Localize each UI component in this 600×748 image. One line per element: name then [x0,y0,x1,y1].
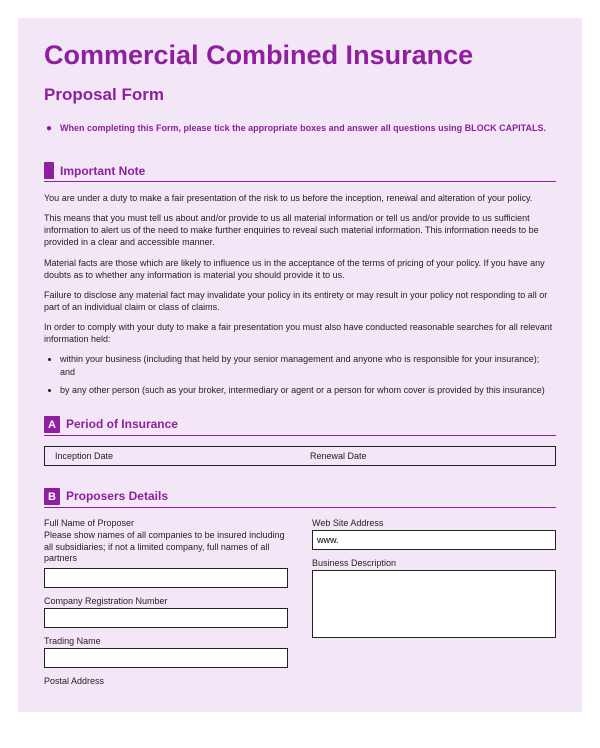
left-column: Full Name of Proposer Please show names … [44,518,288,694]
postal-label: Postal Address [44,676,288,686]
note-p5: In order to comply with your duty to mak… [44,321,556,345]
instruction-text: When completing this Form, please tick t… [60,123,546,133]
section-header-important: Important Note [44,162,556,182]
note-p3: Material facts are those which are likel… [44,257,556,281]
note-p1: You are under a duty to make a fair pres… [44,192,556,204]
fullname-input[interactable] [44,568,288,588]
page-subtitle: Proposal Form [44,85,556,105]
note-p4: Failure to disclose any material fact ma… [44,289,556,313]
note-bullet-1: within your business (including that hel… [60,353,556,377]
section-title-a: Period of Insurance [66,417,178,431]
company-reg-input[interactable] [44,608,288,628]
note-p2: This means that you must tell us about a… [44,212,556,248]
section-title-b: Proposers Details [66,489,168,503]
section-tab-a: A [44,416,60,433]
field-fullname: Full Name of Proposer Please show names … [44,518,288,588]
business-desc-input[interactable] [312,570,556,638]
section-tab-b: B [44,488,60,505]
page-title: Commercial Combined Insurance [44,40,556,71]
fullname-label: Full Name of Proposer [44,518,288,528]
field-trading: Trading Name [44,636,288,668]
section-header-a: A Period of Insurance [44,416,556,436]
period-row: Inception Date Renewal Date [44,446,556,466]
field-business-desc: Business Description [312,558,556,640]
trading-label: Trading Name [44,636,288,646]
website-input[interactable] [312,530,556,550]
note-bullet-2: by any other person (such as your broker… [60,384,556,396]
inception-date-label: Inception Date [45,447,300,465]
field-postal: Postal Address [44,676,288,686]
bullet-icon: ● [46,124,52,134]
section-title-important: Important Note [60,164,145,178]
company-reg-label: Company Registration Number [44,596,288,606]
field-company-reg: Company Registration Number [44,596,288,628]
note-bullets: within your business (including that hel… [44,353,556,395]
proposer-details-columns: Full Name of Proposer Please show names … [44,518,556,694]
section-tab-blank [44,162,54,179]
form-page: Commercial Combined Insurance Proposal F… [18,18,582,712]
section-header-b: B Proposers Details [44,488,556,508]
instruction-row: ● When completing this Form, please tick… [44,123,556,134]
renewal-date-label: Renewal Date [300,447,555,465]
website-label: Web Site Address [312,518,556,528]
fullname-sublabel: Please show names of all companies to be… [44,530,288,565]
important-note-body: You are under a duty to make a fair pres… [44,192,556,396]
trading-input[interactable] [44,648,288,668]
field-website: Web Site Address [312,518,556,550]
business-desc-label: Business Description [312,558,556,568]
right-column: Web Site Address Business Description [312,518,556,694]
